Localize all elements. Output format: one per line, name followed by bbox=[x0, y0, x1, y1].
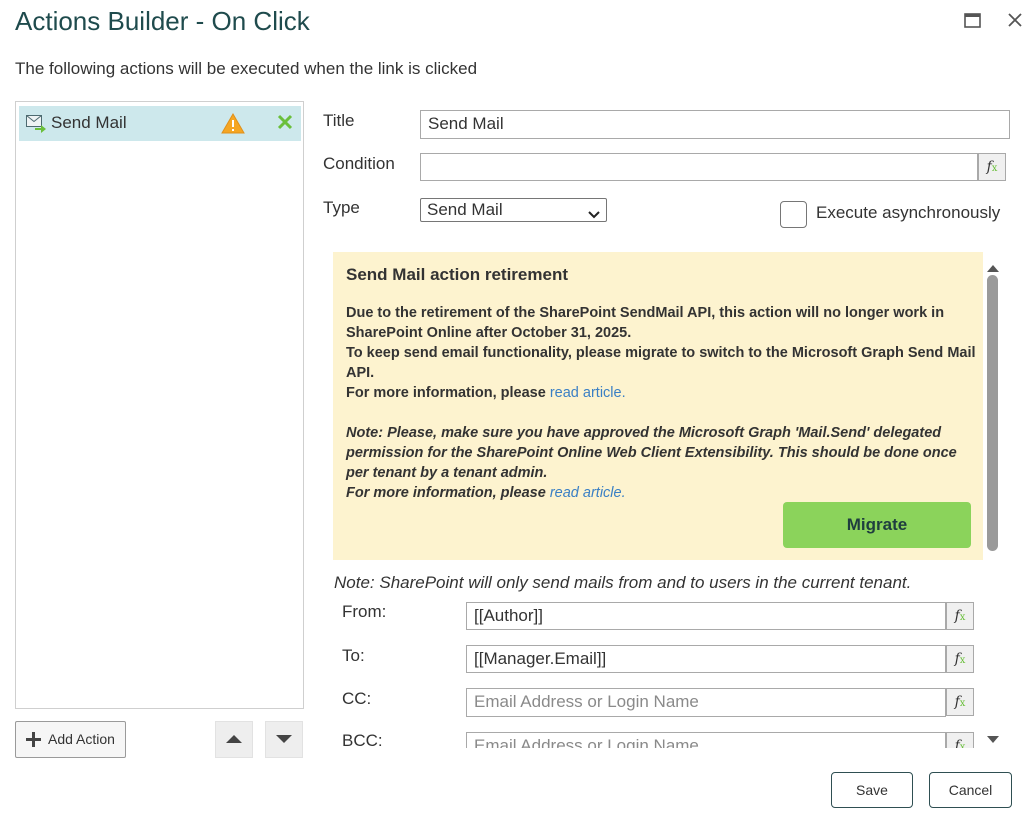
move-up-icon bbox=[226, 735, 242, 743]
notice-permission-note: Note: Please, make sure you have approve… bbox=[346, 425, 957, 481]
action-list: Send Mail bbox=[15, 101, 304, 709]
move-up-button[interactable] bbox=[215, 721, 253, 758]
dialog-title: Actions Builder - On Click bbox=[15, 6, 310, 36]
cc-input[interactable]: Email Address or Login Name bbox=[466, 688, 946, 717]
close-icon[interactable] bbox=[1006, 11, 1024, 35]
from-label: From: bbox=[342, 602, 387, 621]
title-label: Title bbox=[323, 111, 355, 130]
retirement-notice: Send Mail action retirement Due to the r… bbox=[333, 252, 983, 560]
from-formula-button[interactable]: fx bbox=[946, 602, 974, 630]
move-down-icon bbox=[276, 735, 292, 743]
type-label: Type bbox=[323, 198, 360, 217]
type-select-value: Send Mail bbox=[427, 200, 503, 219]
execute-async-checkbox[interactable] bbox=[780, 201, 807, 228]
condition-formula-button[interactable]: fx bbox=[978, 153, 1006, 181]
add-action-button[interactable]: Add Action bbox=[15, 721, 126, 758]
plus-icon bbox=[25, 731, 42, 753]
action-item-send-mail[interactable]: Send Mail bbox=[19, 106, 301, 141]
bcc-input[interactable]: Email Address or Login Name bbox=[466, 732, 946, 748]
to-label: To: bbox=[342, 646, 365, 665]
notice-more-prefix-2: For more information, please bbox=[346, 485, 550, 501]
bcc-formula-button[interactable]: fx bbox=[946, 732, 974, 748]
notice-line-1: Due to the retirement of the SharePoint … bbox=[346, 305, 945, 341]
condition-input[interactable] bbox=[420, 153, 978, 181]
from-input[interactable]: [[Author]] bbox=[466, 602, 946, 630]
notice-line-2: To keep send email functionality, please… bbox=[346, 345, 976, 381]
cc-formula-button[interactable]: fx bbox=[946, 688, 974, 716]
scrollbar-thumb[interactable] bbox=[987, 275, 998, 551]
migrate-button[interactable]: Migrate bbox=[783, 502, 971, 548]
scroll-down-icon[interactable] bbox=[987, 731, 999, 749]
read-article-link-2[interactable]: read article. bbox=[550, 485, 626, 501]
to-input[interactable]: [[Manager.Email]] bbox=[466, 645, 946, 673]
read-article-link[interactable]: read article. bbox=[550, 385, 626, 401]
tenant-note: Note: SharePoint will only send mails fr… bbox=[334, 573, 912, 592]
bcc-row-clip: BCC: Email Address or Login Name fx bbox=[330, 728, 980, 748]
mail-send-icon bbox=[26, 115, 46, 138]
save-button[interactable]: Save bbox=[831, 772, 913, 808]
dialog-subtitle: The following actions will be executed w… bbox=[15, 59, 478, 78]
to-formula-button[interactable]: fx bbox=[946, 645, 974, 673]
type-select[interactable]: Send Mail bbox=[420, 198, 607, 222]
maximize-icon[interactable] bbox=[964, 12, 982, 35]
title-input[interactable]: Send Mail bbox=[420, 110, 1010, 139]
delete-x-icon[interactable] bbox=[277, 114, 293, 135]
condition-label: Condition bbox=[323, 154, 395, 173]
chevron-down-icon bbox=[588, 204, 600, 224]
execute-async-label: Execute asynchronously bbox=[816, 203, 1001, 222]
notice-more-prefix: For more information, please bbox=[346, 385, 550, 401]
cancel-button[interactable]: Cancel bbox=[929, 772, 1012, 808]
bcc-label: BCC: bbox=[342, 731, 383, 748]
notice-heading: Send Mail action retirement bbox=[346, 265, 568, 284]
action-item-label: Send Mail bbox=[51, 113, 127, 132]
warning-icon bbox=[221, 113, 245, 139]
add-action-label: Add Action bbox=[48, 731, 115, 747]
move-down-button[interactable] bbox=[265, 721, 303, 758]
notice-body: Due to the retirement of the SharePoint … bbox=[346, 303, 976, 503]
cc-label: CC: bbox=[342, 689, 372, 708]
